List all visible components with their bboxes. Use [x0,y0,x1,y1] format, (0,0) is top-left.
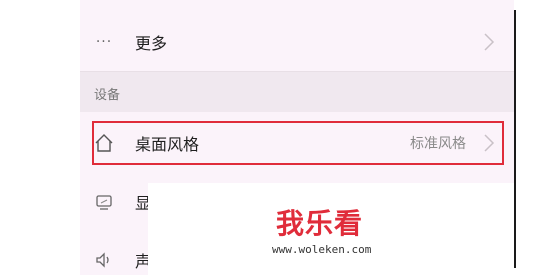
watermark-logo: 我乐看 [276,207,364,240]
watermark-overlay: 我乐看 www.woleken.com [148,183,514,275]
section-header-device: 设备 [80,72,514,112]
more-dots-icon: ··· [95,34,113,50]
panel-edge [514,10,516,268]
screenshot-stage: ··· 更多 设备 桌面风格 标准风格 显 声 我乐看 www.woleken.… [0,0,540,275]
display-icon [94,192,114,212]
menu-item-more-label: 更多 [135,34,168,53]
section-header-label: 设备 [94,88,121,103]
chevron-right-icon [484,33,495,51]
speaker-icon [94,250,114,270]
menu-item-more[interactable]: ··· 更多 [80,18,514,66]
highlight-box [92,121,504,165]
watermark-url: www.woleken.com [272,243,372,256]
